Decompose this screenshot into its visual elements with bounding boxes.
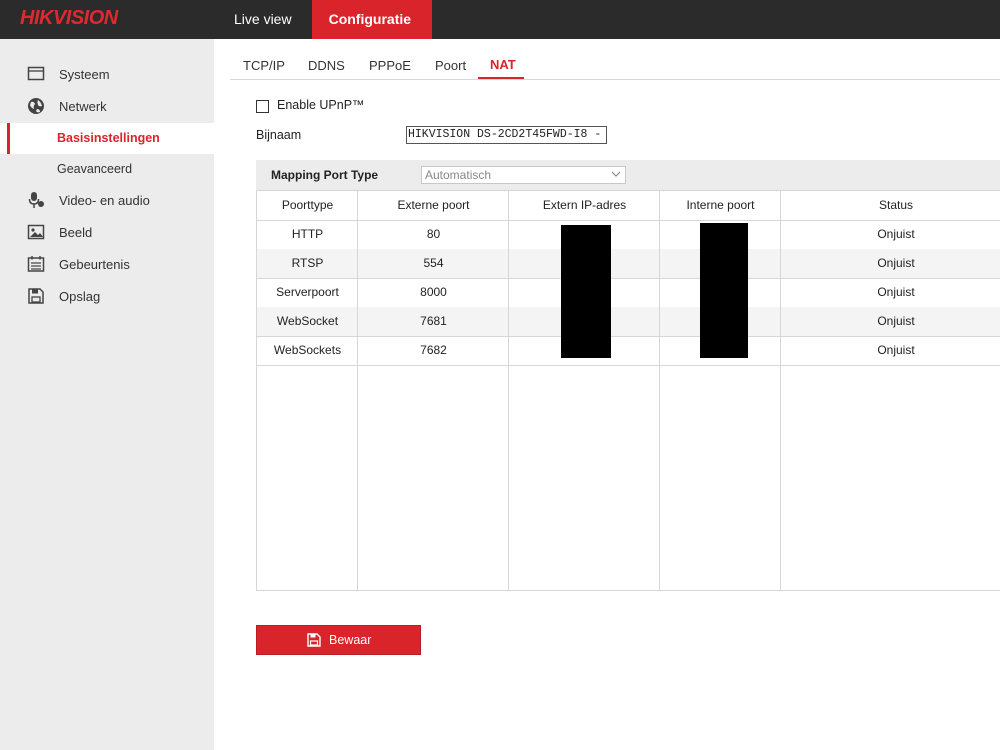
top-bar: HIKVISION Live view Configuratie (0, 0, 1000, 39)
cell-externe-poort: 80 (426, 227, 441, 241)
cell-poorttype: WebSockets (273, 343, 342, 357)
port-mapping-table: Poorttype Externe poort Extern IP-adres … (256, 190, 1000, 591)
sidebar-item-video-audio[interactable]: Video- en audio (0, 187, 214, 213)
mapping-port-type-value: Automatisch (425, 168, 492, 182)
tab-ddns[interactable]: DDNS (308, 58, 345, 73)
tab-poort[interactable]: Poort (435, 58, 466, 73)
sidebar-subitem-basisinstellingen[interactable]: Basisinstellingen (0, 123, 214, 154)
sidebar-subitem-geavanceerd[interactable]: Geavanceerd (0, 154, 214, 185)
column-divider (357, 191, 358, 590)
sidebar-item-netwerk[interactable]: Netwerk (0, 93, 214, 119)
table-row: RTSP 554 Onjuist (257, 249, 1000, 279)
globe-icon (28, 98, 44, 114)
header-externe-poort: Externe poort (397, 198, 470, 212)
cell-externe-poort: 8000 (420, 285, 447, 299)
tab-nat[interactable]: NAT (490, 57, 516, 72)
tab-bar: TCP/IP DDNS PPPoE Poort NAT (230, 50, 1000, 80)
cell-status: Onjuist (877, 343, 915, 357)
upnp-checkbox[interactable] (256, 100, 269, 113)
sidebar-subitem-label: Geavanceerd (57, 162, 133, 176)
alias-input[interactable]: HIKVISION DS-2CD2T45FWD-I8 - C (406, 126, 607, 144)
cell-poorttype: HTTP (291, 227, 324, 241)
top-navigation: Live view Configuratie (214, 0, 432, 39)
upnp-label: Enable UPnP™ (277, 98, 365, 112)
tab-pppoe[interactable]: PPPoE (369, 58, 411, 73)
cell-status: Onjuist (877, 227, 915, 241)
sidebar-item-label: Video- en audio (59, 192, 150, 208)
sidebar-item-label: Netwerk (59, 98, 107, 114)
nav-configuratie[interactable]: Configuratie (311, 0, 432, 39)
tab-tcpip[interactable]: TCP/IP (243, 58, 285, 73)
save-button[interactable]: Bewaar (256, 625, 421, 655)
cell-poorttype: RTSP (291, 256, 324, 270)
cell-externe-poort: 554 (423, 256, 444, 270)
mapping-port-type-row: Mapping Port Type Automatisch (256, 160, 1000, 190)
redacted-extern-ip (561, 225, 611, 358)
sidebar-item-opslag[interactable]: Opslag (0, 283, 214, 309)
mapping-port-type-label: Mapping Port Type (271, 168, 379, 182)
cell-status: Onjuist (877, 256, 915, 270)
table-row: WebSocket 7681 Onjuist (257, 307, 1000, 337)
redacted-interne-poort (700, 223, 748, 358)
sidebar-item-beeld[interactable]: Beeld (0, 219, 214, 245)
table-header-row: Poorttype Externe poort Extern IP-adres … (257, 191, 1000, 221)
sidebar: Systeem Netwerk Basisinstellingen Geavan… (0, 39, 214, 750)
microphone-icon (28, 192, 44, 208)
sidebar-item-gebeurtenis[interactable]: Gebeurtenis (0, 251, 214, 277)
cell-status: Onjuist (877, 314, 915, 328)
table-row: WebSockets 7682 Onjuist (257, 336, 1000, 366)
alias-label: Bijnaam (256, 128, 302, 142)
save-button-label: Bewaar (329, 633, 372, 647)
header-interne-poort: Interne poort (686, 198, 755, 212)
mapping-port-type-select[interactable]: Automatisch (421, 166, 626, 184)
cell-externe-poort: 7681 (420, 314, 447, 328)
active-tab-indicator (478, 77, 524, 79)
sidebar-item-label: Opslag (59, 288, 101, 304)
nav-live-view[interactable]: Live view (214, 0, 312, 39)
column-divider (659, 191, 660, 590)
header-status: Status (878, 198, 914, 212)
sidebar-subitem-label: Basisinstellingen (57, 131, 160, 145)
cell-status: Onjuist (877, 285, 915, 299)
header-poorttype: Poorttype (281, 198, 334, 212)
image-icon (27, 224, 45, 240)
sidebar-item-systeem[interactable]: Systeem (0, 61, 214, 87)
cell-poorttype: WebSocket (276, 314, 339, 328)
table-row: Serverpoort 8000 Onjuist (257, 278, 1000, 308)
column-divider (508, 191, 509, 590)
cell-externe-poort: 7682 (420, 343, 447, 357)
save-icon (307, 633, 321, 647)
chevron-down-icon (611, 171, 621, 177)
disk-icon (28, 288, 44, 304)
cell-poorttype: Serverpoort (276, 285, 339, 299)
header-extern-ip: Extern IP-adres (542, 198, 627, 212)
calendar-icon (27, 256, 45, 272)
sidebar-item-label: Gebeurtenis (59, 256, 130, 272)
sidebar-item-label: Systeem (59, 66, 110, 82)
monitor-icon (27, 66, 45, 81)
hikvision-logo: HIKVISION (20, 7, 118, 29)
column-divider (780, 191, 781, 590)
table-row: HTTP 80 Onjuist (257, 220, 1000, 250)
sidebar-item-label: Beeld (59, 224, 93, 240)
